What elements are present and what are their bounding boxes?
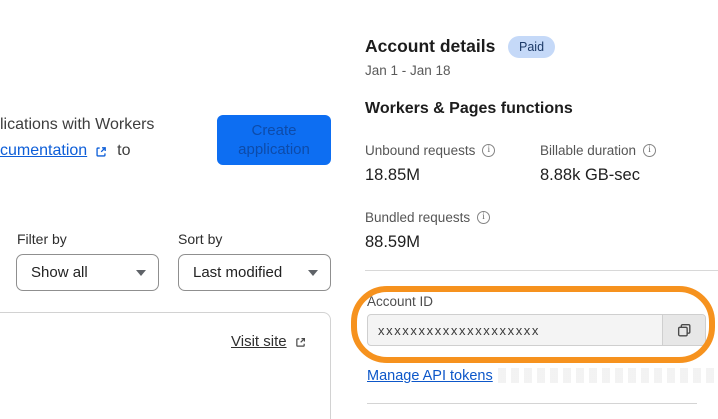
intro-suffix-text: to bbox=[117, 142, 131, 159]
visit-site-row: Visit site bbox=[231, 333, 307, 350]
sort-dropdown[interactable]: Last modified bbox=[178, 254, 331, 291]
external-link-icon bbox=[94, 145, 108, 159]
account-id-field-group bbox=[367, 314, 706, 346]
workers-pages-functions-title: Workers & Pages functions bbox=[365, 100, 573, 117]
info-icon[interactable] bbox=[482, 144, 496, 157]
chevron-down-icon bbox=[308, 269, 318, 276]
bundled-requests-label: Bundled requests bbox=[365, 210, 491, 225]
filter-dropdown-value: Show all bbox=[31, 264, 88, 281]
manage-api-tokens-link[interactable]: Manage API tokens bbox=[367, 368, 493, 384]
unbound-requests-value: 18.85M bbox=[365, 166, 421, 184]
account-id-input[interactable] bbox=[368, 315, 662, 345]
create-application-button[interactable]: Create application bbox=[217, 115, 331, 165]
intro-text-line2: cumentation to bbox=[0, 142, 131, 160]
workers-pages-dashboard: lications with Workers cumentation to Cr… bbox=[0, 0, 718, 419]
account-id-label: Account ID bbox=[367, 294, 434, 309]
metric-label-text: Unbound requests bbox=[365, 143, 476, 158]
info-icon[interactable] bbox=[477, 211, 491, 224]
blurred-redaction-artifact bbox=[498, 368, 718, 383]
copy-account-id-button[interactable] bbox=[662, 315, 705, 345]
account-details-title: Account details bbox=[365, 36, 496, 56]
metric-label-text: Billable duration bbox=[540, 143, 637, 158]
divider bbox=[365, 270, 718, 271]
info-icon[interactable] bbox=[643, 144, 657, 157]
copy-icon bbox=[676, 322, 693, 339]
documentation-link[interactable]: cumentation bbox=[0, 142, 87, 160]
billable-duration-value: 8.88k GB-sec bbox=[540, 166, 640, 184]
intro-text-line1: lications with Workers bbox=[0, 116, 154, 134]
paid-badge: Paid bbox=[508, 36, 556, 58]
unbound-requests-label: Unbound requests bbox=[365, 143, 496, 158]
sort-dropdown-value: Last modified bbox=[193, 264, 283, 281]
bundled-requests-value: 88.59M bbox=[365, 233, 421, 251]
date-range: Jan 1 - Jan 18 bbox=[365, 63, 451, 78]
metric-label-text: Bundled requests bbox=[365, 210, 471, 225]
filter-dropdown[interactable]: Show all bbox=[16, 254, 159, 291]
intro-text: lications with Workers bbox=[0, 116, 155, 133]
visit-site-link[interactable]: Visit site bbox=[231, 333, 287, 350]
sort-by-label: Sort by bbox=[178, 231, 223, 247]
chevron-down-icon bbox=[136, 269, 146, 276]
divider bbox=[367, 403, 697, 404]
billable-duration-label: Billable duration bbox=[540, 143, 657, 158]
project-card bbox=[0, 312, 331, 419]
external-link-icon bbox=[294, 336, 307, 349]
filter-by-label: Filter by bbox=[17, 231, 67, 247]
